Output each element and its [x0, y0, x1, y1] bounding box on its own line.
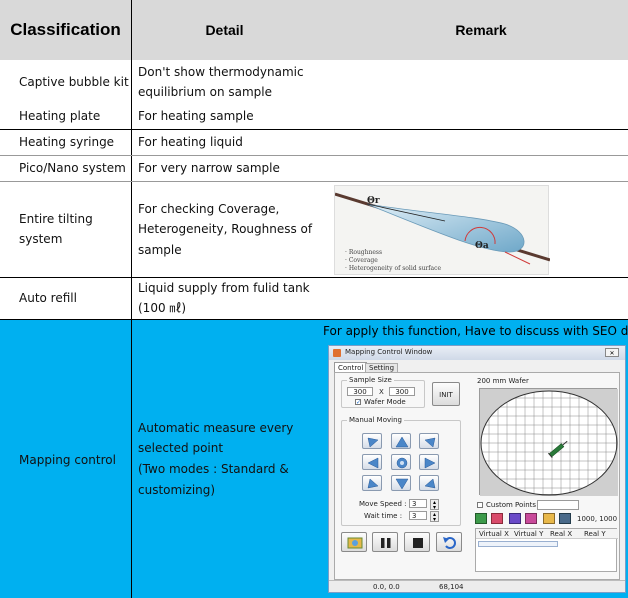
- detail-text: Liquid supply from fulid tank: [138, 281, 310, 295]
- status-bar: 0.0, 0.0 68,104: [329, 580, 625, 592]
- move-speed-spinner[interactable]: ▴ ▾: [430, 499, 439, 511]
- move-speed-label: Move Speed :: [359, 500, 407, 508]
- window-title: Mapping Control Window: [345, 348, 433, 356]
- import-xa-icon[interactable]: [525, 513, 537, 524]
- move-up-button[interactable]: [391, 433, 411, 449]
- save-icon[interactable]: [559, 513, 571, 524]
- pause-button[interactable]: [372, 532, 398, 552]
- wafer-mode-label: Wafer Mode: [364, 398, 406, 406]
- detail-text: For very narrow sample: [138, 161, 280, 175]
- move-speed-input[interactable]: 3: [409, 499, 427, 508]
- wafer-grid: [480, 389, 618, 496]
- detail-text: Heterogeneity, Roughness of: [138, 222, 313, 236]
- move-up-right-button[interactable]: [419, 433, 439, 449]
- add-point-icon[interactable]: [475, 513, 487, 524]
- note-roughness: · Roughness: [345, 249, 382, 256]
- move-left-button[interactable]: [362, 454, 382, 470]
- custom-points-label: Custom Points: [486, 501, 537, 509]
- mapping-window: Mapping Control Window ✕ Control Setting…: [328, 345, 626, 593]
- stop-button[interactable]: [404, 532, 430, 552]
- map-view-button[interactable]: [341, 532, 367, 552]
- app-icon: [333, 349, 341, 357]
- status-position: 0.0, 0.0: [373, 583, 400, 591]
- row-label-mapping: Mapping control: [19, 453, 116, 467]
- move-up-left-button[interactable]: [362, 433, 382, 449]
- detail-text: sample: [138, 243, 182, 257]
- note-coverage: · Coverage: [345, 257, 378, 264]
- detail-text: selected point: [138, 441, 224, 455]
- wait-time-spinner[interactable]: ▴ ▾: [430, 511, 439, 523]
- detail-text: Automatic measure every: [138, 421, 294, 435]
- custom-points-checkbox[interactable]: [477, 502, 483, 508]
- header-remark: Remark: [455, 22, 507, 38]
- size-x-label: X: [379, 388, 384, 396]
- divider: [0, 181, 628, 182]
- sample-height-input[interactable]: 300: [389, 387, 415, 396]
- row-label-tilting-2: system: [19, 232, 63, 246]
- detail-text: For heating liquid: [138, 135, 243, 149]
- custom-points-input[interactable]: [537, 500, 579, 510]
- tab-setting[interactable]: Setting: [365, 363, 399, 372]
- row-label-captive: Captive bubble kit: [19, 75, 129, 89]
- detail-text: Don't show thermodynamic: [138, 65, 304, 79]
- mapping-remark: For apply this function, Have to discuss…: [323, 324, 628, 338]
- detail-text: customizing): [138, 483, 216, 497]
- tilting-diagram: Θr Θa · Roughness · Coverage · Heterogen…: [334, 185, 551, 275]
- row-label-auto-refill: Auto refill: [19, 291, 77, 305]
- init-button[interactable]: INIT: [432, 382, 460, 406]
- reset-button[interactable]: [436, 532, 462, 552]
- header-classification: Classification: [10, 20, 121, 39]
- divider: [0, 277, 628, 278]
- close-icon[interactable]: ✕: [605, 348, 619, 357]
- sample-width-input[interactable]: 300: [347, 387, 373, 396]
- column-header[interactable]: Virtual X: [479, 530, 509, 538]
- divider: [131, 0, 132, 598]
- move-down-button[interactable]: [391, 475, 411, 491]
- row-label-heating-plate: Heating plate: [19, 109, 101, 123]
- open-file-icon[interactable]: [543, 513, 555, 524]
- header-detail: Detail: [205, 22, 244, 38]
- detail-text: equilibrium on sample: [138, 85, 272, 99]
- wait-time-label: Wait time :: [364, 512, 403, 520]
- coords-readout: 1000, 1000: [577, 515, 618, 523]
- wafer-title: 200 mm Wafer: [477, 377, 529, 385]
- detail-text: For checking Coverage,: [138, 202, 280, 216]
- column-header[interactable]: Real Y: [584, 530, 606, 538]
- export-xa-icon[interactable]: [509, 513, 521, 524]
- row-label-pico: Pico/Nano system: [19, 161, 126, 175]
- note-heterogeneity: · Heterogeneity of solid surface: [345, 265, 441, 272]
- theta-r-label: Θr: [367, 196, 380, 206]
- move-point-icon[interactable]: [491, 513, 503, 524]
- move-center-button[interactable]: [391, 454, 411, 470]
- detail-text: (Two modes : Standard &: [138, 462, 289, 476]
- move-right-button[interactable]: [419, 454, 439, 470]
- move-down-left-button[interactable]: [362, 475, 382, 491]
- row-label-heating-syringe: Heating syringe: [19, 135, 115, 149]
- divider: [0, 319, 628, 320]
- tab-control[interactable]: Control: [334, 362, 368, 372]
- theta-a-label: Θa: [475, 241, 489, 251]
- table-row[interactable]: [478, 541, 558, 547]
- points-table[interactable]: Virtual X Virtual Y Real X Real Y: [475, 528, 618, 572]
- manual-moving-label: Manual Moving: [347, 416, 404, 424]
- move-down-right-button[interactable]: [419, 475, 439, 491]
- wait-time-input[interactable]: 3: [409, 511, 427, 520]
- detail-text: (100 ㎖): [138, 301, 187, 315]
- column-header[interactable]: Real X: [550, 530, 572, 538]
- sample-size-label: Sample Size: [347, 376, 394, 384]
- detail-text: For heating sample: [138, 109, 254, 123]
- wafer-map[interactable]: [479, 388, 618, 496]
- column-header[interactable]: Virtual Y: [514, 530, 543, 538]
- divider: [0, 129, 628, 130]
- drop-illustration: Θr Θa · Roughness · Coverage · Heterogen…: [334, 192, 551, 272]
- syringe-icon: [548, 440, 568, 459]
- row-label-tilting-1: Entire tilting: [19, 212, 93, 226]
- divider: [0, 155, 628, 156]
- wafer-mode-checkbox[interactable]: ✓: [355, 399, 361, 406]
- window-titlebar: Mapping Control Window ✕: [329, 346, 625, 360]
- status-value: 68,104: [439, 583, 464, 591]
